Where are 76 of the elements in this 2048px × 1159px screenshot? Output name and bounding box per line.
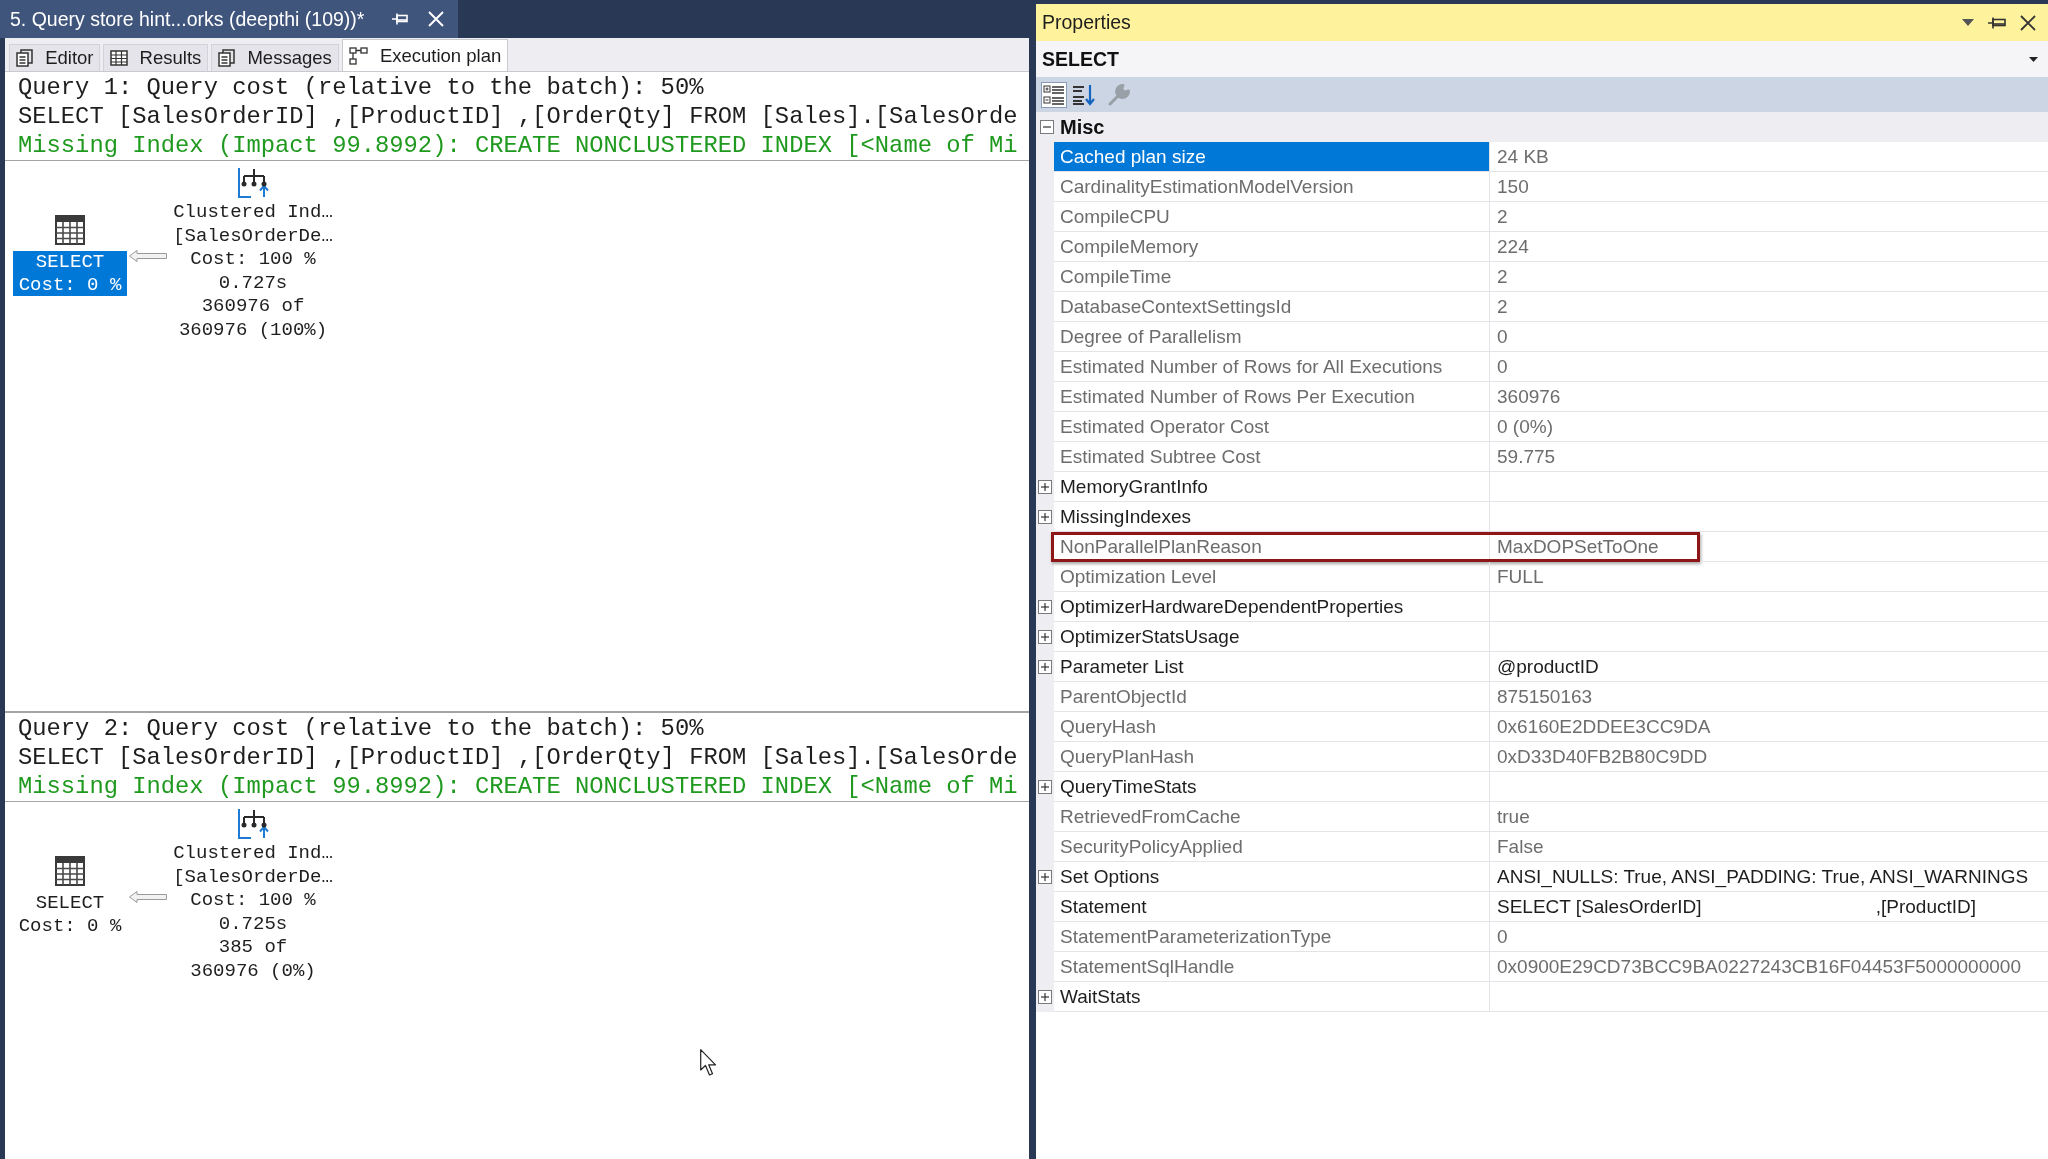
property-value: 2 <box>1490 202 2048 232</box>
hierarchy-icon[interactable] <box>236 167 270 199</box>
property-value: 0 <box>1490 352 2048 382</box>
query-statement: SELECT [SalesOrderID] ,[ProductID] ,[OrderQty] FROM [Sales].[SalesOrde <box>18 102 1018 131</box>
property-value: 150 <box>1490 172 2048 202</box>
result-tab[interactable]: Results <box>103 44 209 71</box>
property-value: 0x0900E29CD73BCC9BA0227243CB16F04453F5000000000 <box>1490 952 2048 982</box>
property-value: ANSI_NULLS: True, ANSI_PADDING: True, ANSI_WARNINGS <box>1490 862 2048 892</box>
property-value: 2 <box>1490 262 2048 292</box>
document-icon <box>16 49 34 67</box>
expand-icon[interactable] <box>1038 870 1052 884</box>
expand-icon[interactable] <box>1038 480 1052 494</box>
property-name[interactable]: QueryTimeStats <box>1054 772 1490 802</box>
mouse-pointer-icon <box>700 1049 717 1076</box>
panel-title: Properties <box>1042 11 1131 34</box>
pin-icon[interactable] <box>391 13 408 25</box>
property-name[interactable]: OptimizerStatsUsage <box>1054 622 1490 652</box>
query-statement: SELECT [SalesOrderID] ,[ProductID] ,[OrderQty] FROM [Sales].[SalesOrde <box>18 743 1018 772</box>
property-value: 0 <box>1490 922 2048 952</box>
expand-icon[interactable] <box>1038 780 1052 794</box>
property-name[interactable]: Set Options <box>1054 862 1490 892</box>
node-label[interactable]: SELECT Cost: 0 % <box>13 892 127 937</box>
category-label: Misc <box>1060 115 1105 139</box>
property-value: 0 <box>1490 322 2048 352</box>
table-icon[interactable] <box>55 215 85 245</box>
left-arrow-icon <box>129 891 167 903</box>
document-tab[interactable]: 5. Query store hint...orks (deepthi (109))* <box>0 0 458 38</box>
node-label[interactable]: Clustered Ind… [SalesOrderDe… Cost: 100 % 0.725s 385 of 360976 (0%) <box>170 842 336 983</box>
result-tab[interactable]: Editor <box>9 44 101 71</box>
missing-index-hint: Missing Index (Impact 99.8992): CREATE NONCLUSTERED INDEX [<Name of Mi <box>18 772 1018 801</box>
property-value: 24 KB <box>1490 142 2048 172</box>
expand-icon[interactable] <box>1038 990 1052 1004</box>
result-tab[interactable]: Messages <box>211 44 339 71</box>
property-value: 2 <box>1490 292 2048 322</box>
left-arrow-icon <box>129 250 167 262</box>
property-value: 360976 <box>1490 382 2048 412</box>
table-icon[interactable] <box>55 856 85 886</box>
sort-icon[interactable] <box>1071 82 1095 107</box>
document-icon <box>218 49 237 67</box>
result-tab[interactable]: Execution plan <box>341 39 509 71</box>
property-value: SELECT [SalesOrderID] ,[ProductID] <box>1490 892 2048 922</box>
query-header: Query 1: Query cost (relative to the batch): 50% <box>18 73 704 102</box>
property-value: 0 (0%) <box>1490 412 2048 442</box>
property-value: 224 <box>1490 232 2048 262</box>
pin-icon[interactable] <box>1988 16 2006 29</box>
property-value: FULL <box>1490 562 2048 592</box>
property-name[interactable]: Parameter List <box>1054 652 1490 682</box>
node-label[interactable]: Clustered Ind… [SalesOrderDe… Cost: 100 % 0.727s 360976 of 360976 (100%) <box>170 201 336 342</box>
collapse-icon[interactable] <box>1040 120 1054 134</box>
property-value: true <box>1490 802 2048 832</box>
property-value: 875150163 <box>1490 682 2048 712</box>
property-value: MaxDOPSetToOne <box>1496 535 1660 559</box>
expand-icon[interactable] <box>1038 660 1052 674</box>
expand-icon[interactable] <box>1038 630 1052 644</box>
caret-icon <box>2029 56 2038 62</box>
expand-icon[interactable] <box>1038 600 1052 614</box>
property-value: 0xD33D40FB2B80C9DD <box>1490 742 2048 772</box>
property-name[interactable]: WaitStats <box>1054 982 1490 1012</box>
property-name[interactable]: OptimizerHardwareDependentProperties <box>1054 592 1490 622</box>
categorized-icon[interactable] <box>1041 81 1067 108</box>
node-label[interactable]: SELECT Cost: 0 % <box>13 251 127 296</box>
property-value: 0x6160E2DDEE3CC9DA <box>1490 712 2048 742</box>
property-name[interactable]: MemoryGrantInfo <box>1054 472 1490 502</box>
property-name[interactable]: Statement <box>1054 892 1490 922</box>
missing-index-hint: Missing Index (Impact 99.8992): CREATE NONCLUSTERED INDEX [<Name of Mi <box>18 131 1018 160</box>
flowchart-icon <box>348 46 369 65</box>
object-selector[interactable]: SELECT <box>1036 41 2048 77</box>
query-header: Query 2: Query cost (relative to the batch): 50% <box>18 714 704 743</box>
grid-icon <box>110 50 129 66</box>
property-value: 59.775 <box>1490 442 2048 472</box>
close-icon[interactable] <box>2020 14 2036 31</box>
hierarchy-icon[interactable] <box>236 808 270 840</box>
property-value: False <box>1490 832 2048 862</box>
expand-icon[interactable] <box>1038 510 1052 524</box>
property-value: @productID <box>1490 652 2048 682</box>
dropdown-icon[interactable] <box>1962 19 1974 26</box>
